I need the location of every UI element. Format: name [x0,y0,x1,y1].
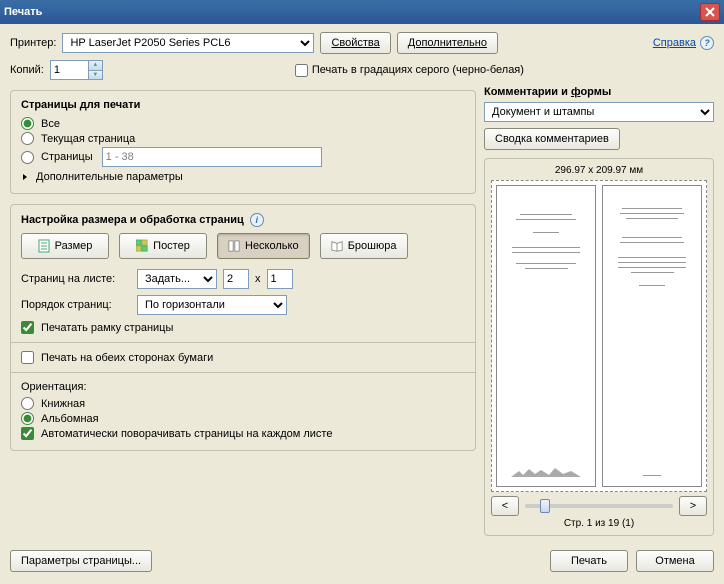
portrait-label: Книжная [41,398,85,410]
print-button[interactable]: Печать [550,550,628,572]
skyline-icon [511,466,581,478]
pages-title: Страницы для печати [21,99,465,111]
sizing-title: Настройка размера и обработка страниц [21,214,244,226]
pages-all-radio[interactable] [21,117,34,130]
landscape-radio[interactable] [21,412,34,425]
booklet-button[interactable]: Брошюра [320,233,408,259]
page-setup-button[interactable]: Параметры страницы... [10,550,152,572]
multiple-button[interactable]: Несколько [217,233,310,259]
help-icon[interactable]: ? [700,36,714,50]
preview-dims: 296.97 x 209.97 мм [491,165,707,176]
autorotate-label: Автоматически поворачивать страницы на к… [41,428,332,440]
pages-range-input[interactable] [102,147,322,167]
size-icon [38,239,50,253]
summary-button[interactable]: Сводка комментариев [484,128,620,150]
orientation-label: Ориентация: [21,381,465,393]
border-label: Печатать рамку страницы [41,322,173,334]
poster-icon [136,239,148,253]
landscape-label: Альбомная [41,413,99,425]
zoom-out-button[interactable]: < [491,496,519,516]
pages-all-label: Все [41,118,60,130]
help-link[interactable]: Справка [653,37,696,49]
autorotate-checkbox[interactable] [21,427,34,440]
multiple-icon [228,239,240,253]
slider-thumb[interactable] [540,499,550,513]
duplex-label: Печать на обеих сторонах бумаги [41,352,213,364]
sizing-fieldset: Настройка размера и обработка страниц i … [10,204,476,451]
cancel-button[interactable]: Отмена [636,550,714,572]
pps-x-input[interactable] [223,269,249,289]
pps-mode-select[interactable]: Задать... [137,269,217,289]
preview-page-1 [496,185,596,487]
printer-select[interactable]: HP LaserJet P2050 Series PCL6 [62,33,314,53]
page-info: Стр. 1 из 19 (1) [491,518,707,529]
info-icon[interactable]: i [250,213,264,227]
portrait-radio[interactable] [21,397,34,410]
close-button[interactable] [700,3,720,21]
pps-y-input[interactable] [267,269,293,289]
spin-up-icon[interactable]: ▲ [89,61,102,71]
border-checkbox[interactable] [21,321,34,334]
size-button[interactable]: Размер [21,233,109,259]
window-title: Печать [4,6,42,18]
title-bar: Печать [0,0,724,24]
copies-input[interactable] [50,60,88,80]
order-select[interactable]: По горизонтали [137,295,287,315]
comments-title: Комментарии и формы [484,86,611,98]
pps-sep: x [255,273,261,285]
order-label: Порядок страниц: [21,299,131,311]
copies-spinner[interactable]: ▲▼ [50,60,103,80]
preview-page-frame [491,180,707,492]
preview-box: 296.97 x 209.97 мм [484,158,714,536]
pages-fieldset: Страницы для печати Все Текущая страница… [10,90,476,194]
zoom-in-button[interactable]: > [679,496,707,516]
grayscale-label: Печать в градациях серого (черно-белая) [312,64,524,76]
comments-select[interactable]: Документ и штампы [484,102,714,122]
pages-current-label: Текущая страница [41,133,135,145]
pps-label: Страниц на листе: [21,273,131,285]
printer-label: Принтер: [10,37,56,49]
pages-current-radio[interactable] [21,132,34,145]
duplex-checkbox[interactable] [21,351,34,364]
poster-button[interactable]: Постер [119,233,207,259]
preview-page-2 [602,185,702,487]
expand-icon[interactable] [23,174,27,180]
pages-more-label[interactable]: Дополнительные параметры [36,171,183,183]
pages-range-radio[interactable] [21,151,34,164]
grayscale-checkbox[interactable] [295,64,308,77]
booklet-icon [331,239,343,253]
zoom-slider[interactable] [525,504,673,508]
copies-label: Копий: [10,64,44,76]
pages-range-label: Страницы [41,151,93,163]
properties-button[interactable]: Свойства [320,32,390,54]
advanced-button[interactable]: Дополнительно [397,32,498,54]
spin-down-icon[interactable]: ▼ [89,71,102,80]
